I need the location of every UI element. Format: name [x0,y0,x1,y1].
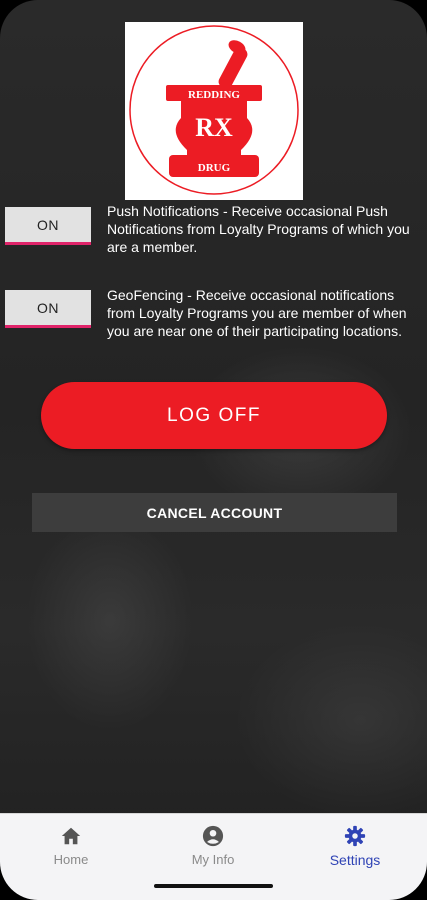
tab-settings[interactable]: Settings [284,814,426,874]
geofencing-description: GeoFencing - Receive occasional notifica… [107,287,407,339]
tab-home-label: Home [53,852,89,867]
account-circle-icon [202,825,224,847]
cancel-account-button[interactable]: CANCEL ACCOUNT [32,493,397,532]
push-notifications-toggle[interactable]: ON [5,207,91,245]
redding-drug-logo: REDDING RX DRUG [125,22,303,200]
log-off-button[interactable]: LOG OFF [41,382,387,449]
home-icon [61,827,81,845]
tab-home[interactable]: Home [0,814,142,874]
settings-screen: REDDING RX DRUG ON Push Notifications - … [0,0,427,900]
geofencing-toggle[interactable]: ON [5,290,91,328]
mortar-pestle-logo-icon: REDDING RX DRUG [129,25,299,195]
push-notifications-setting: ON Push Notifications - Receive occasion… [5,202,415,262]
home-indicator[interactable] [154,884,273,888]
push-notifications-description: Push Notifications - Receive occasional … [107,203,410,255]
gear-icon [344,825,366,847]
logo-middle-text: RX [195,113,233,142]
logo-bottom-text: DRUG [198,162,231,174]
logo-top-text: REDDING [188,89,240,101]
tab-my-info-label: My Info [191,852,235,867]
tab-settings-label: Settings [329,852,381,868]
tab-my-info[interactable]: My Info [142,814,284,874]
geofencing-setting: ON GeoFencing - Receive occasional notif… [5,286,415,362]
